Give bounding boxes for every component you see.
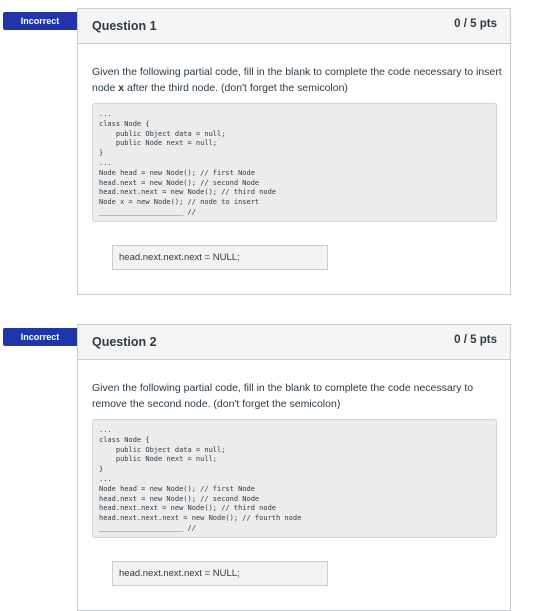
code-line: head.next = new Node(); // second Node (99, 178, 260, 187)
code-line: head.next.next = new Node(); // third no… (99, 504, 277, 513)
code-line: ... (99, 474, 112, 483)
code-line: ____________________ // (99, 523, 196, 532)
code-line: public Object data = null; (99, 445, 226, 454)
question-title: Question 1 (92, 19, 157, 33)
incorrect-badge: Incorrect (3, 328, 86, 346)
code-line: ... (99, 426, 112, 434)
code-line: ... (99, 158, 112, 167)
question-card: Question 2 0 / 5 pts Given the following… (77, 324, 511, 611)
code-line: class Node { (99, 119, 150, 128)
code-block: ... class Node { public Object data = nu… (92, 419, 497, 538)
question-header: Question 2 0 / 5 pts (78, 325, 510, 360)
code-line: head.next.next.next = new Node(); // fou… (99, 514, 302, 523)
question-prompt: Given the following partial code, fill i… (92, 64, 502, 96)
code-line: Node head = new Node(); // first Node (99, 484, 255, 493)
code-line: public Node next = null; (99, 139, 218, 148)
question-card: Question 1 0 / 5 pts Given the following… (77, 8, 511, 295)
answer-field[interactable]: head.next.next.next = NULL; (112, 245, 328, 270)
code-line: ... (99, 110, 112, 118)
code-line: head.next.next = new Node(); // third no… (99, 188, 277, 197)
question-points: 0 / 5 pts (454, 334, 497, 346)
question-header: Question 1 0 / 5 pts (78, 9, 510, 44)
question-title: Question 2 (92, 335, 157, 349)
code-line: ____________________ // (99, 207, 196, 216)
code-line: head.next = new Node(); // second Node (99, 494, 260, 503)
prompt-text: Given the following partial code, fill i… (92, 382, 474, 410)
code-line: Node x = new Node(); // node to insert (99, 198, 260, 207)
code-line: public Node next = null; (99, 455, 218, 464)
code-block: ... class Node { public Object data = nu… (92, 103, 497, 222)
code-line: public Object data = null; (99, 129, 226, 138)
answer-field[interactable]: head.next.next.next = NULL; (112, 561, 328, 586)
code-line: } (99, 149, 104, 158)
code-line: } (99, 465, 104, 474)
prompt-text-end: after the third node. (don't forget the … (124, 82, 348, 94)
question-points: 0 / 5 pts (454, 18, 497, 30)
code-line: class Node { (99, 435, 150, 444)
incorrect-badge: Incorrect (3, 12, 86, 30)
question-prompt: Given the following partial code, fill i… (92, 380, 502, 412)
code-line: Node head = new Node(); // first Node (99, 168, 255, 177)
